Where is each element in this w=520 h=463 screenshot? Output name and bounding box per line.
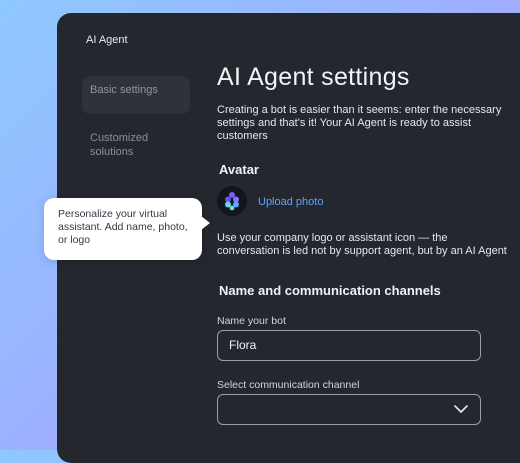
upload-photo-link[interactable]: Upload photo [258,196,323,208]
page-description: Creating a bot is easier than it seems: … [217,104,502,142]
sidebar-item-basic-settings[interactable]: Basic settings [82,76,190,114]
channel-select[interactable] [217,394,481,425]
tooltip: Personalize your virtual assistant. Add … [44,198,210,260]
avatar-note: Use your company logo or assistant icon … [217,232,507,257]
sidebar-item-label: Basic settings [90,84,158,96]
sidebar-item-customized-solutions[interactable]: Customized solutions [82,125,190,163]
avatar-section-title: Avatar [219,162,259,177]
avatar[interactable] [217,186,247,216]
channel-select-label: Select communication channel [217,379,360,391]
bot-name-input[interactable]: Flora [217,330,481,361]
channels-section-title: Name and communication channels [219,283,441,298]
bot-name-value: Flora [229,338,257,352]
agent-logo-icon [225,192,239,211]
bot-name-label: Name your bot [217,315,286,327]
app-title: AI Agent [86,34,128,46]
page-title: AI Agent settings [217,63,410,91]
chevron-down-icon [454,405,468,413]
tooltip-text: Personalize your virtual assistant. Add … [58,208,188,246]
sidebar-item-label: Customized solutions [90,132,149,158]
